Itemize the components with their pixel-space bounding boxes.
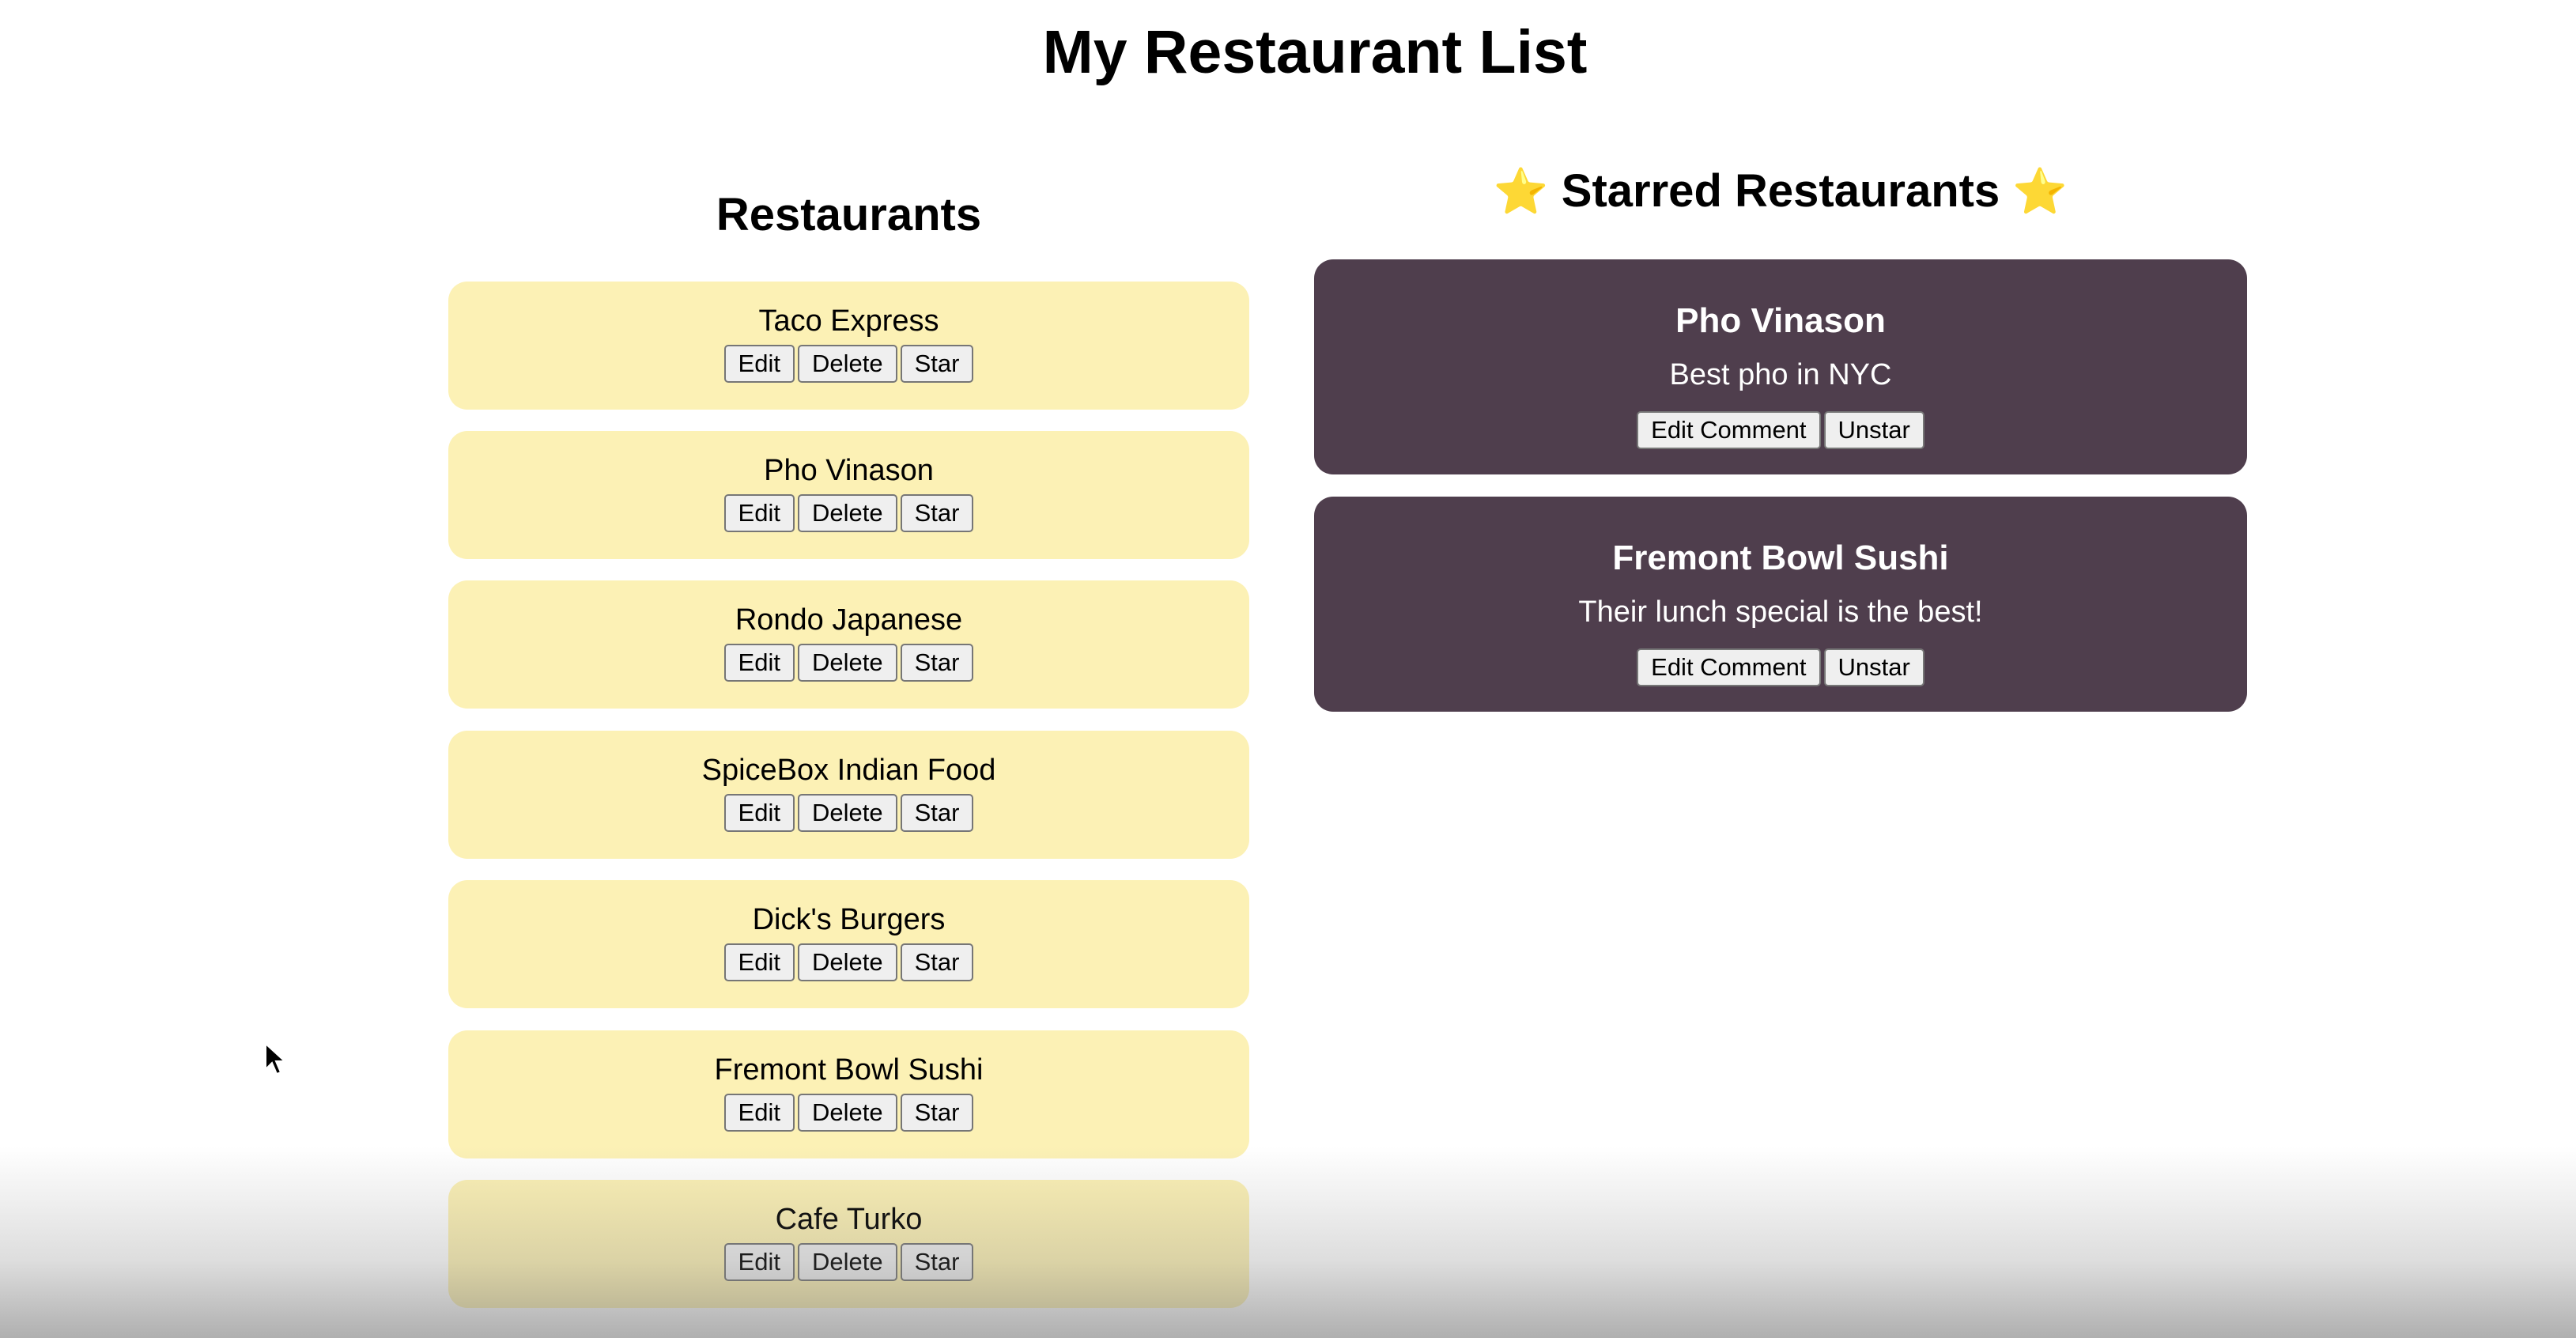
restaurant-actions: Edit Delete Star bbox=[448, 644, 1249, 682]
starred-card: Pho Vinason Best pho in NYC Edit Comment… bbox=[1314, 259, 2247, 474]
edit-comment-button[interactable]: Edit Comment bbox=[1637, 411, 1821, 449]
delete-button[interactable]: Delete bbox=[797, 1243, 897, 1281]
star-button[interactable]: Star bbox=[900, 1094, 974, 1132]
starred-restaurant-name: Fremont Bowl Sushi bbox=[1612, 539, 1949, 577]
restaurant-card: Rondo Japanese Edit Delete Star bbox=[448, 580, 1249, 709]
starred-heading: ⭐ Starred Restaurants ⭐ bbox=[1314, 164, 2247, 217]
bottom-shadow bbox=[0, 1147, 2576, 1338]
star-button[interactable]: Star bbox=[900, 345, 974, 383]
edit-button[interactable]: Edit bbox=[723, 494, 795, 532]
edit-button[interactable]: Edit bbox=[723, 345, 795, 383]
star-button[interactable]: Star bbox=[900, 494, 974, 532]
star-button[interactable]: Star bbox=[900, 943, 974, 981]
restaurant-actions: Edit Delete Star bbox=[448, 794, 1249, 832]
star-button[interactable]: Star bbox=[900, 644, 974, 682]
page-title: My Restaurant List bbox=[1042, 18, 1588, 86]
restaurant-actions: Edit Delete Star bbox=[448, 943, 1249, 981]
restaurant-card: SpiceBox Indian Food Edit Delete Star bbox=[448, 731, 1249, 859]
star-button[interactable]: Star bbox=[900, 1243, 974, 1281]
restaurant-name: Cafe Turko bbox=[775, 1203, 923, 1236]
starred-restaurant-name: Pho Vinason bbox=[1675, 301, 1886, 340]
delete-button[interactable]: Delete bbox=[797, 644, 897, 682]
restaurant-card: Dick's Burgers Edit Delete Star bbox=[448, 880, 1249, 1008]
star-icon: ⭐ bbox=[1493, 166, 1549, 217]
restaurant-name: Rondo Japanese bbox=[735, 603, 963, 637]
edit-button[interactable]: Edit bbox=[723, 1243, 795, 1281]
restaurants-heading: Restaurants bbox=[716, 189, 982, 240]
delete-button[interactable]: Delete bbox=[797, 345, 897, 383]
edit-button[interactable]: Edit bbox=[723, 794, 795, 832]
restaurant-name: SpiceBox Indian Food bbox=[701, 754, 996, 787]
restaurant-card: Taco Express Edit Delete Star bbox=[448, 282, 1249, 410]
restaurant-name: Taco Express bbox=[758, 304, 939, 338]
edit-button[interactable]: Edit bbox=[723, 1094, 795, 1132]
restaurant-actions: Edit Delete Star bbox=[448, 345, 1249, 383]
starred-heading-text: Starred Restaurants bbox=[1561, 165, 2000, 217]
delete-button[interactable]: Delete bbox=[797, 1094, 897, 1132]
restaurant-name: Fremont Bowl Sushi bbox=[714, 1053, 984, 1087]
edit-button[interactable]: Edit bbox=[723, 644, 795, 682]
restaurant-actions: Edit Delete Star bbox=[448, 1243, 1249, 1281]
restaurant-card: Pho Vinason Edit Delete Star bbox=[448, 431, 1249, 559]
star-button[interactable]: Star bbox=[900, 794, 974, 832]
starred-restaurant-comment: Their lunch special is the best! bbox=[1578, 595, 1983, 629]
restaurant-name: Dick's Burgers bbox=[752, 903, 946, 936]
restaurant-actions: Edit Delete Star bbox=[448, 494, 1249, 532]
restaurant-name: Pho Vinason bbox=[764, 454, 934, 487]
edit-button[interactable]: Edit bbox=[723, 943, 795, 981]
unstar-button[interactable]: Unstar bbox=[1823, 411, 1924, 449]
delete-button[interactable]: Delete bbox=[797, 494, 897, 532]
restaurant-card: Cafe Turko Edit Delete Star bbox=[448, 1180, 1249, 1308]
starred-card: Fremont Bowl Sushi Their lunch special i… bbox=[1314, 497, 2247, 712]
restaurant-card: Fremont Bowl Sushi Edit Delete Star bbox=[448, 1030, 1249, 1158]
starred-actions: Edit Comment Unstar bbox=[1314, 648, 2247, 686]
restaurant-actions: Edit Delete Star bbox=[448, 1094, 1249, 1132]
unstar-button[interactable]: Unstar bbox=[1823, 648, 1924, 686]
star-icon: ⭐ bbox=[2012, 166, 2068, 217]
edit-comment-button[interactable]: Edit Comment bbox=[1637, 648, 1821, 686]
delete-button[interactable]: Delete bbox=[797, 794, 897, 832]
mouse-cursor-icon bbox=[265, 1042, 287, 1075]
starred-actions: Edit Comment Unstar bbox=[1314, 411, 2247, 449]
delete-button[interactable]: Delete bbox=[797, 943, 897, 981]
starred-restaurant-comment: Best pho in NYC bbox=[1669, 358, 1892, 391]
